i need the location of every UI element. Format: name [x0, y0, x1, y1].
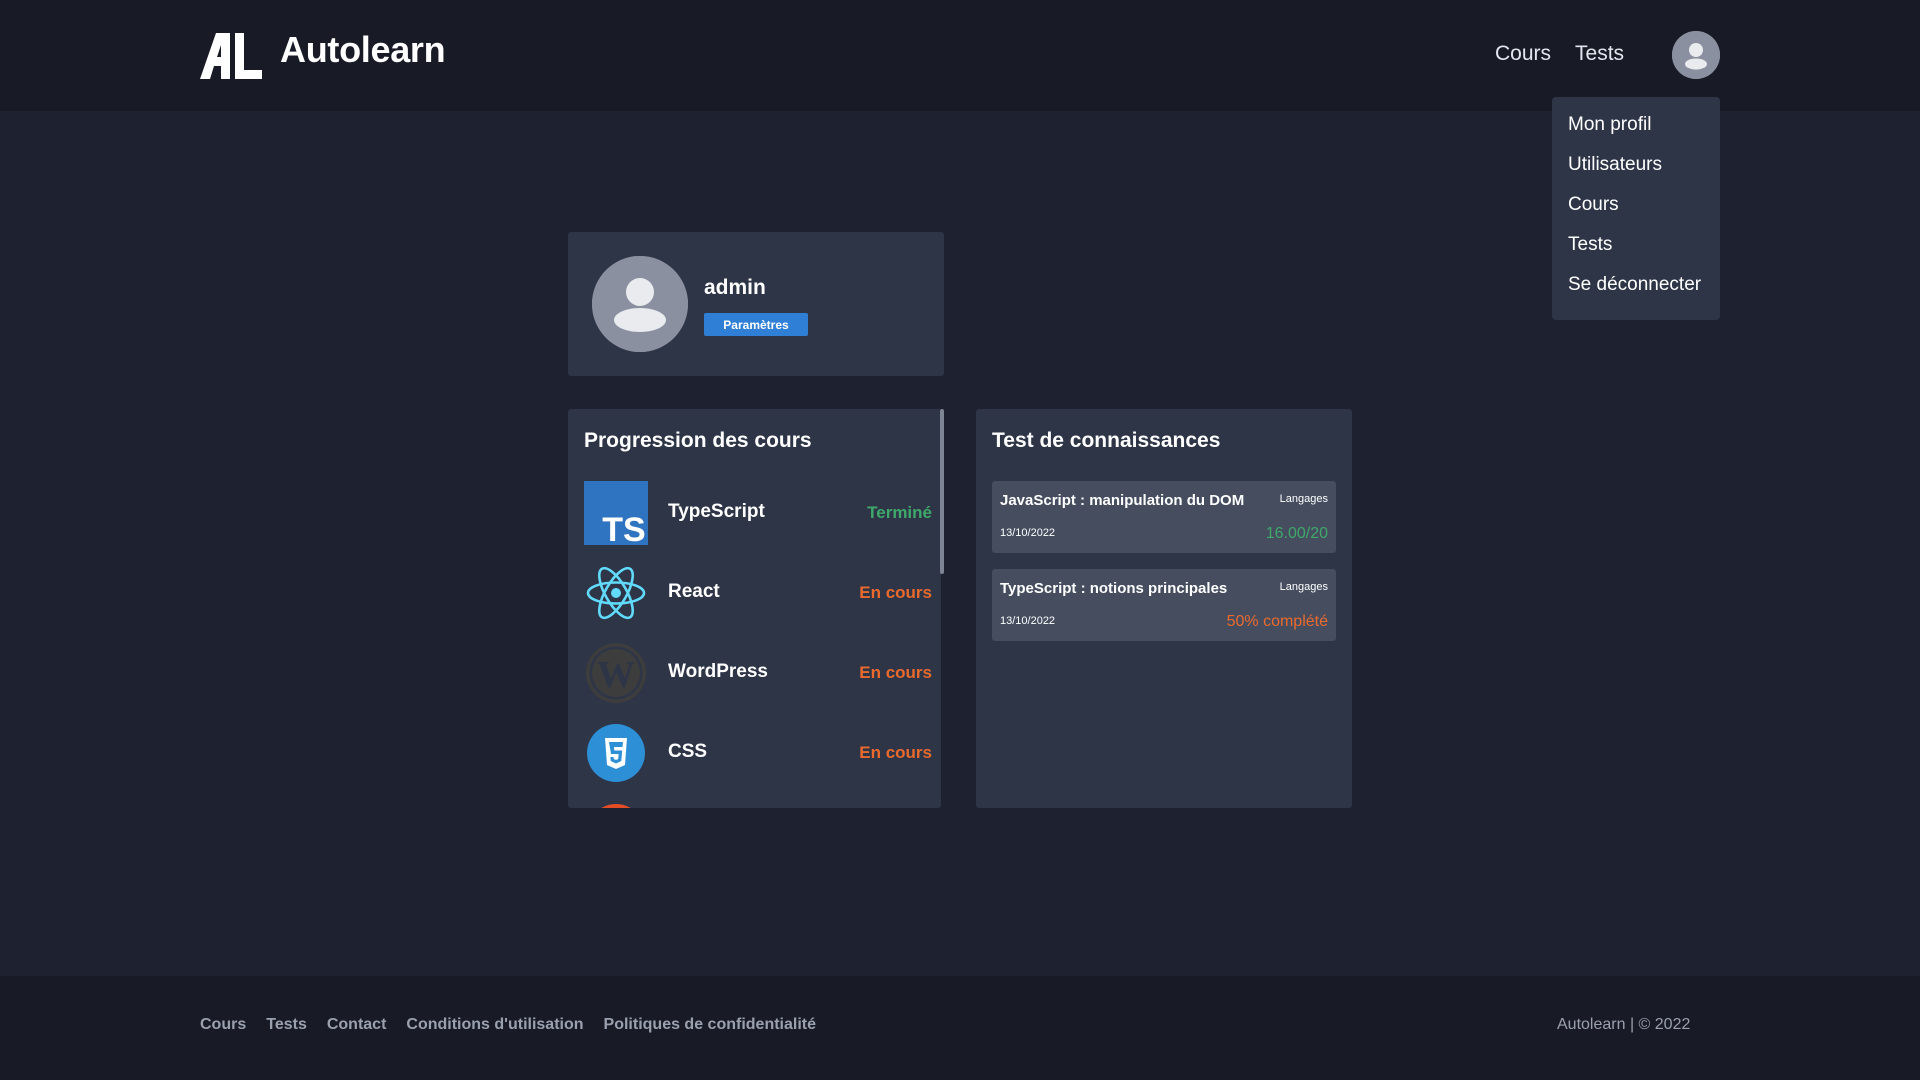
user-dropdown-menu: Mon profil Utilisateurs Cours Tests Se d… [1552, 97, 1720, 320]
typescript-icon: TS [584, 481, 648, 545]
test-title: JavaScript : manipulation du DOM [1000, 492, 1245, 509]
brand-name: Autolearn [280, 29, 446, 70]
course-status: En cours [859, 663, 932, 682]
course-row-react[interactable]: React En cours [584, 561, 932, 625]
footer-link-tests[interactable]: Tests [266, 1016, 307, 1034]
test-category-tag: Langages [1279, 581, 1328, 593]
nav-link-cours[interactable]: Cours [1495, 42, 1551, 66]
knowledge-tests-title: Test de connaissances [992, 429, 1221, 452]
main-nav: Cours Tests [1495, 42, 1624, 66]
test-item-javascript[interactable]: JavaScript : manipulation du DOM Langage… [992, 481, 1336, 553]
autolearn-logo-icon [200, 33, 262, 79]
menu-item-courses[interactable]: Cours [1552, 195, 1720, 235]
footer-copyright: Autolearn | © 2022 [1557, 1016, 1691, 1033]
css-icon [587, 724, 645, 782]
course-list-scrollbar[interactable] [940, 409, 944, 574]
test-title: TypeScript : notions principales [1000, 580, 1228, 597]
course-row-typescript[interactable]: TS TypeScript Terminé [584, 481, 932, 545]
test-date: 13/10/2022 [1000, 527, 1056, 539]
menu-item-tests[interactable]: Tests [1552, 235, 1720, 275]
user-icon [1672, 31, 1720, 79]
footer-link-privacy[interactable]: Politiques de confidentialité [604, 1016, 816, 1034]
test-category-tag: Langages [1279, 493, 1328, 505]
profile-card: admin Paramètres [568, 232, 944, 376]
profile-username: admin [704, 276, 766, 299]
course-row-wordpress[interactable]: W WordPress En cours [584, 641, 932, 705]
wordpress-icon: W [586, 643, 646, 703]
user-menu-button[interactable] [1672, 31, 1720, 79]
course-name: CSS [668, 741, 708, 762]
course-row-partial[interactable] [584, 801, 924, 808]
nav-link-tests[interactable]: Tests [1575, 42, 1624, 66]
course-row-css[interactable]: CSS En cours [584, 721, 932, 785]
course-status: Terminé [867, 503, 932, 522]
course-status: En cours [859, 743, 932, 762]
knowledge-tests-card: Test de connaissances JavaScript : manip… [976, 409, 1352, 808]
test-result: 50% complété [1226, 613, 1328, 630]
footer-link-cours[interactable]: Cours [200, 1016, 246, 1034]
site-footer: Cours Tests Contact Conditions d'utilisa… [0, 976, 1920, 1080]
footer-link-contact[interactable]: Contact [327, 1016, 387, 1034]
test-date: 13/10/2022 [1000, 615, 1056, 627]
course-name: WordPress [668, 661, 768, 682]
footer-link-terms[interactable]: Conditions d'utilisation [406, 1016, 583, 1034]
course-status: En cours [859, 583, 932, 602]
test-result: 16.00/20 [1265, 525, 1328, 542]
profile-avatar [592, 256, 688, 352]
menu-item-profile[interactable]: Mon profil [1552, 115, 1720, 155]
footer-links: Cours Tests Contact Conditions d'utilisa… [200, 1016, 816, 1034]
svg-text:W: W [597, 654, 635, 696]
course-name: React [668, 581, 720, 602]
settings-button[interactable]: Paramètres [704, 313, 808, 336]
menu-item-users[interactable]: Utilisateurs [1552, 155, 1720, 195]
menu-item-logout[interactable]: Se déconnecter [1552, 275, 1720, 315]
typescript-icon-text: TS [602, 511, 645, 545]
course-progress-card: Progression des cours TS TypeScript Term… [568, 409, 941, 808]
course-name: TypeScript [668, 501, 765, 522]
site-header: Autolearn Cours Tests [0, 0, 1920, 111]
brand-logo[interactable]: Autolearn [200, 29, 446, 79]
course-icon-partial [601, 804, 631, 808]
test-item-typescript[interactable]: TypeScript : notions principales Langage… [992, 569, 1336, 641]
react-icon [586, 566, 646, 620]
user-avatar-icon [592, 256, 688, 352]
course-progress-title: Progression des cours [584, 429, 812, 452]
